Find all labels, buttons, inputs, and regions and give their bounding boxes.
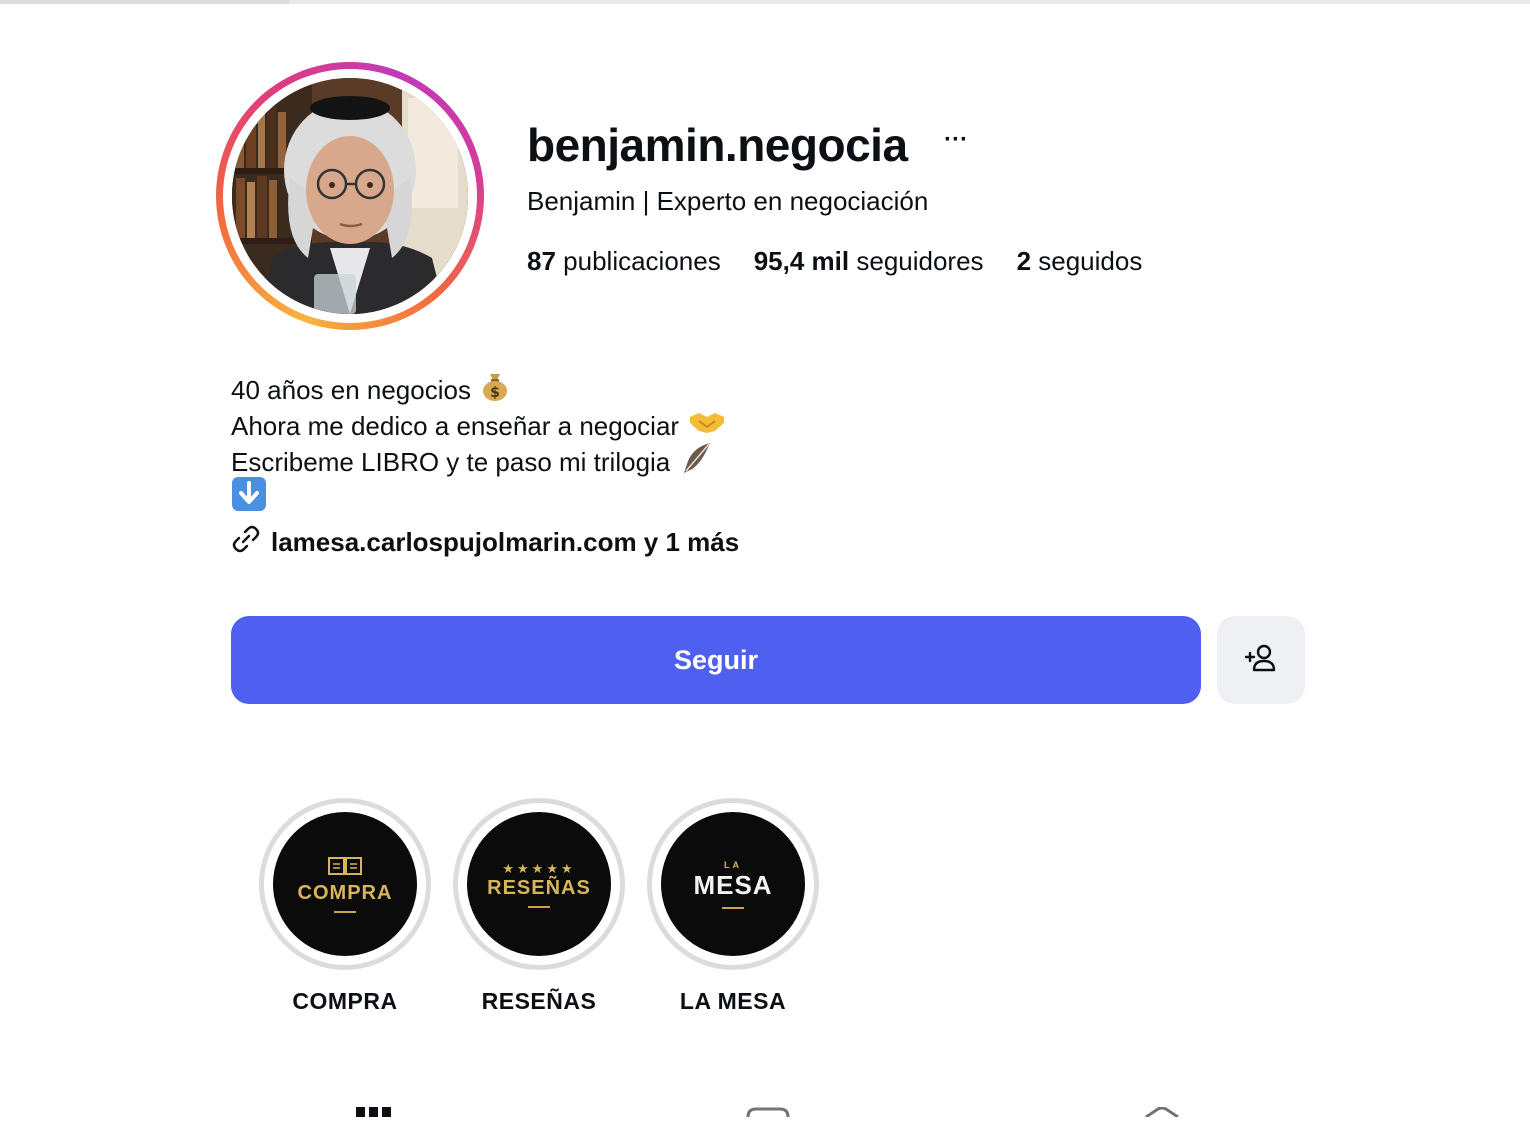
top-loading-bar — [0, 0, 1530, 4]
highlight-cover-small-text: LA — [724, 859, 742, 870]
highlight-resenas[interactable]: ★★★★★ RESEÑAS RESEÑAS — [453, 798, 625, 1015]
stat-followers[interactable]: 95,4 mil seguidores — [754, 246, 984, 277]
more-options-button[interactable]: ··· — [940, 126, 972, 158]
follow-button[interactable]: Seguir — [231, 616, 1201, 704]
highlight-cover: COMPRA — [259, 798, 431, 970]
tagged-icon[interactable] — [1140, 1104, 1184, 1122]
highlight-compra[interactable]: COMPRA COMPRA — [259, 798, 431, 1015]
money-bag-icon: $ — [481, 371, 509, 410]
stat-following-count: 2 — [1016, 246, 1032, 276]
profile-stats: 87 publicaciones 95,4 mil seguidores 2 s… — [527, 246, 1142, 277]
bio-line: Escribeme LIBRO y te paso mi trilogia — [231, 442, 725, 480]
stat-followers-label: seguidores — [856, 246, 984, 276]
stars-icon: ★★★★★ — [502, 860, 576, 876]
highlight-cover-text: RESEÑAS — [487, 876, 591, 899]
bio-line: 40 años en negocios $ — [231, 372, 725, 408]
highlight-cover-text: MESA — [693, 869, 773, 900]
open-book-icon — [327, 855, 363, 882]
bio-text: Ahora me dedico a enseñar a negociar — [231, 411, 680, 441]
highlight-label: COMPRA — [292, 988, 398, 1014]
highlight-cover-text: COMPRA — [297, 882, 393, 904]
stat-following-label: seguidos — [1038, 246, 1143, 276]
highlight-label: RESEÑAS — [481, 988, 597, 1014]
highlight-label: LA MESA — [679, 988, 787, 1014]
suggested-accounts-button[interactable] — [1217, 616, 1305, 704]
bio-text: 40 años en negocios — [231, 375, 471, 405]
stat-following[interactable]: 2 seguidos — [1017, 246, 1143, 277]
bio-link[interactable]: lamesa.carlospujolmarin.com y 1 más — [231, 524, 739, 561]
add-person-icon — [1244, 643, 1278, 678]
stat-posts-label: publicaciones — [563, 246, 721, 276]
bio-text: Escribeme LIBRO y te paso mi trilogia — [231, 447, 671, 477]
profile-tabs — [0, 1104, 1530, 1119]
highlight-cover: ★★★★★ RESEÑAS — [453, 798, 625, 970]
reels-icon[interactable] — [746, 1104, 790, 1122]
link-icon — [231, 524, 261, 561]
profile-bio: 40 años en negocios $ Ahora me dedico a … — [231, 372, 725, 516]
profile-username: benjamin.negocia — [527, 119, 908, 171]
profile-avatar[interactable] — [216, 62, 484, 330]
profile-full-name: Benjamin | Experto en negociación — [527, 186, 929, 216]
down-arrow-icon — [231, 476, 267, 521]
bio-line: Ahora me dedico a enseñar a negociar — [231, 408, 725, 444]
feather-icon — [680, 441, 712, 484]
handshake-icon — [689, 408, 725, 444]
stat-posts: 87 publicaciones — [527, 246, 721, 277]
stat-posts-count: 87 — [527, 246, 556, 276]
bio-link-text[interactable]: lamesa.carlospujolmarin.com y 1 más — [271, 527, 739, 558]
highlight-la-mesa[interactable]: LA MESA LA MESA — [647, 798, 819, 1015]
svg-text:$: $ — [490, 385, 500, 401]
stat-followers-count: 95,4 mil — [753, 246, 850, 276]
highlight-cover: LA MESA — [647, 798, 819, 970]
avatar-photo — [232, 78, 468, 314]
bio-line — [231, 476, 725, 516]
grid-icon[interactable] — [356, 1104, 392, 1122]
